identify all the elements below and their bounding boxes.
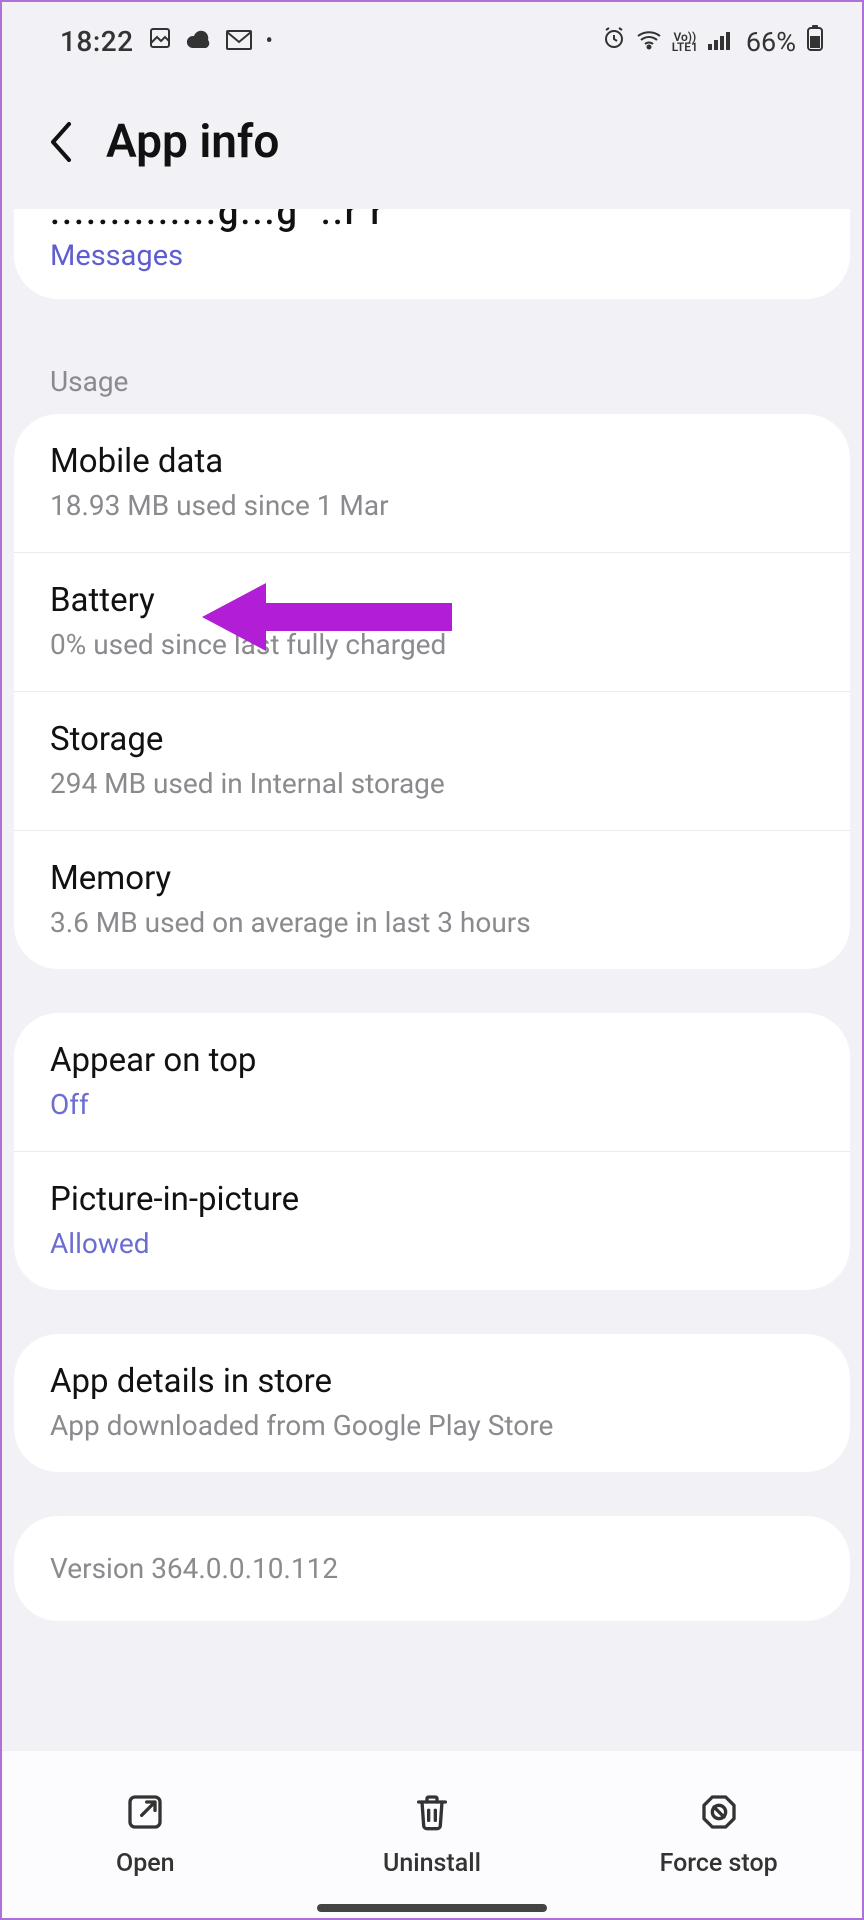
memory-title: Memory: [50, 859, 814, 898]
force-stop-button[interactable]: Force stop: [577, 1792, 861, 1878]
battery-title: Battery: [50, 581, 814, 620]
default-messaging-value: Messages: [50, 239, 814, 273]
memory-row[interactable]: Memory 3.6 MB used on average in last 3 …: [14, 830, 850, 969]
force-stop-label: Force stop: [660, 1849, 778, 1878]
bottom-action-bar: Open Uninstall Force stop: [2, 1750, 862, 1918]
status-left: 18:22 •: [60, 25, 273, 58]
appear-on-top-row[interactable]: Appear on top Off: [14, 1013, 850, 1151]
open-icon: [125, 1792, 165, 1839]
storage-title: Storage: [50, 720, 814, 759]
home-indicator[interactable]: [317, 1904, 547, 1912]
alarm-icon: [602, 26, 626, 57]
status-right: Vo))LTE1 66%: [602, 24, 824, 59]
messaging-app-card[interactable]: ..............g...g ..r r Messages: [14, 209, 850, 299]
mobile-data-title: Mobile data: [50, 442, 814, 481]
stop-icon: [699, 1792, 739, 1839]
status-bar: 18:22 • Vo))LTE1 66%: [2, 2, 862, 69]
store-sub: App downloaded from Google Play Store: [50, 1409, 814, 1442]
store-title: App details in store: [50, 1362, 814, 1401]
page-title: App info: [106, 115, 279, 169]
store-card: App details in store App downloaded from…: [14, 1334, 850, 1472]
mobile-data-sub: 18.93 MB used since 1 Mar: [50, 489, 814, 522]
battery-icon: [806, 24, 824, 59]
usage-card: Mobile data 18.93 MB used since 1 Mar Ba…: [14, 414, 850, 969]
version-text: Version 364.0.0.10.112: [50, 1552, 814, 1585]
version-card: Version 364.0.0.10.112: [14, 1516, 850, 1621]
gallery-icon: [148, 26, 172, 57]
battery-row[interactable]: Battery 0% used since last fully charged: [14, 552, 850, 691]
more-notifications-dot: •: [266, 29, 273, 54]
advanced-card: Appear on top Off Picture-in-picture All…: [14, 1013, 850, 1290]
signal-icon: [708, 27, 732, 57]
appear-on-top-title: Appear on top: [50, 1041, 814, 1080]
storage-row[interactable]: Storage 294 MB used in Internal storage: [14, 691, 850, 830]
uninstall-label: Uninstall: [383, 1849, 481, 1878]
page-header: App info: [2, 69, 862, 209]
storage-sub: 294 MB used in Internal storage: [50, 767, 814, 800]
memory-sub: 3.6 MB used on average in last 3 hours: [50, 906, 814, 939]
truncated-title: ..............g...g ..r r: [14, 209, 850, 233]
mobile-data-row[interactable]: Mobile data 18.93 MB used since 1 Mar: [14, 414, 850, 552]
pip-row[interactable]: Picture-in-picture Allowed: [14, 1151, 850, 1290]
pip-title: Picture-in-picture: [50, 1180, 814, 1219]
cloud-icon: [186, 27, 212, 57]
gmail-icon: [226, 27, 252, 57]
usage-section-header: Usage: [14, 343, 850, 414]
open-label: Open: [116, 1849, 175, 1878]
wifi-icon: [636, 27, 662, 57]
back-button[interactable]: [42, 122, 82, 162]
uninstall-button[interactable]: Uninstall: [290, 1792, 574, 1878]
battery-percent: 66%: [746, 26, 796, 58]
status-time: 18:22: [60, 25, 134, 58]
scroll-content[interactable]: ..............g...g ..r r Messages Usage…: [2, 209, 862, 1621]
open-button[interactable]: Open: [3, 1792, 287, 1878]
store-row[interactable]: App details in store App downloaded from…: [14, 1334, 850, 1472]
pip-value: Allowed: [50, 1227, 814, 1260]
battery-sub: 0% used since last fully charged: [50, 628, 814, 661]
trash-icon: [412, 1792, 452, 1839]
volte-indicator: Vo))LTE1: [672, 32, 698, 52]
appear-on-top-value: Off: [50, 1088, 814, 1121]
